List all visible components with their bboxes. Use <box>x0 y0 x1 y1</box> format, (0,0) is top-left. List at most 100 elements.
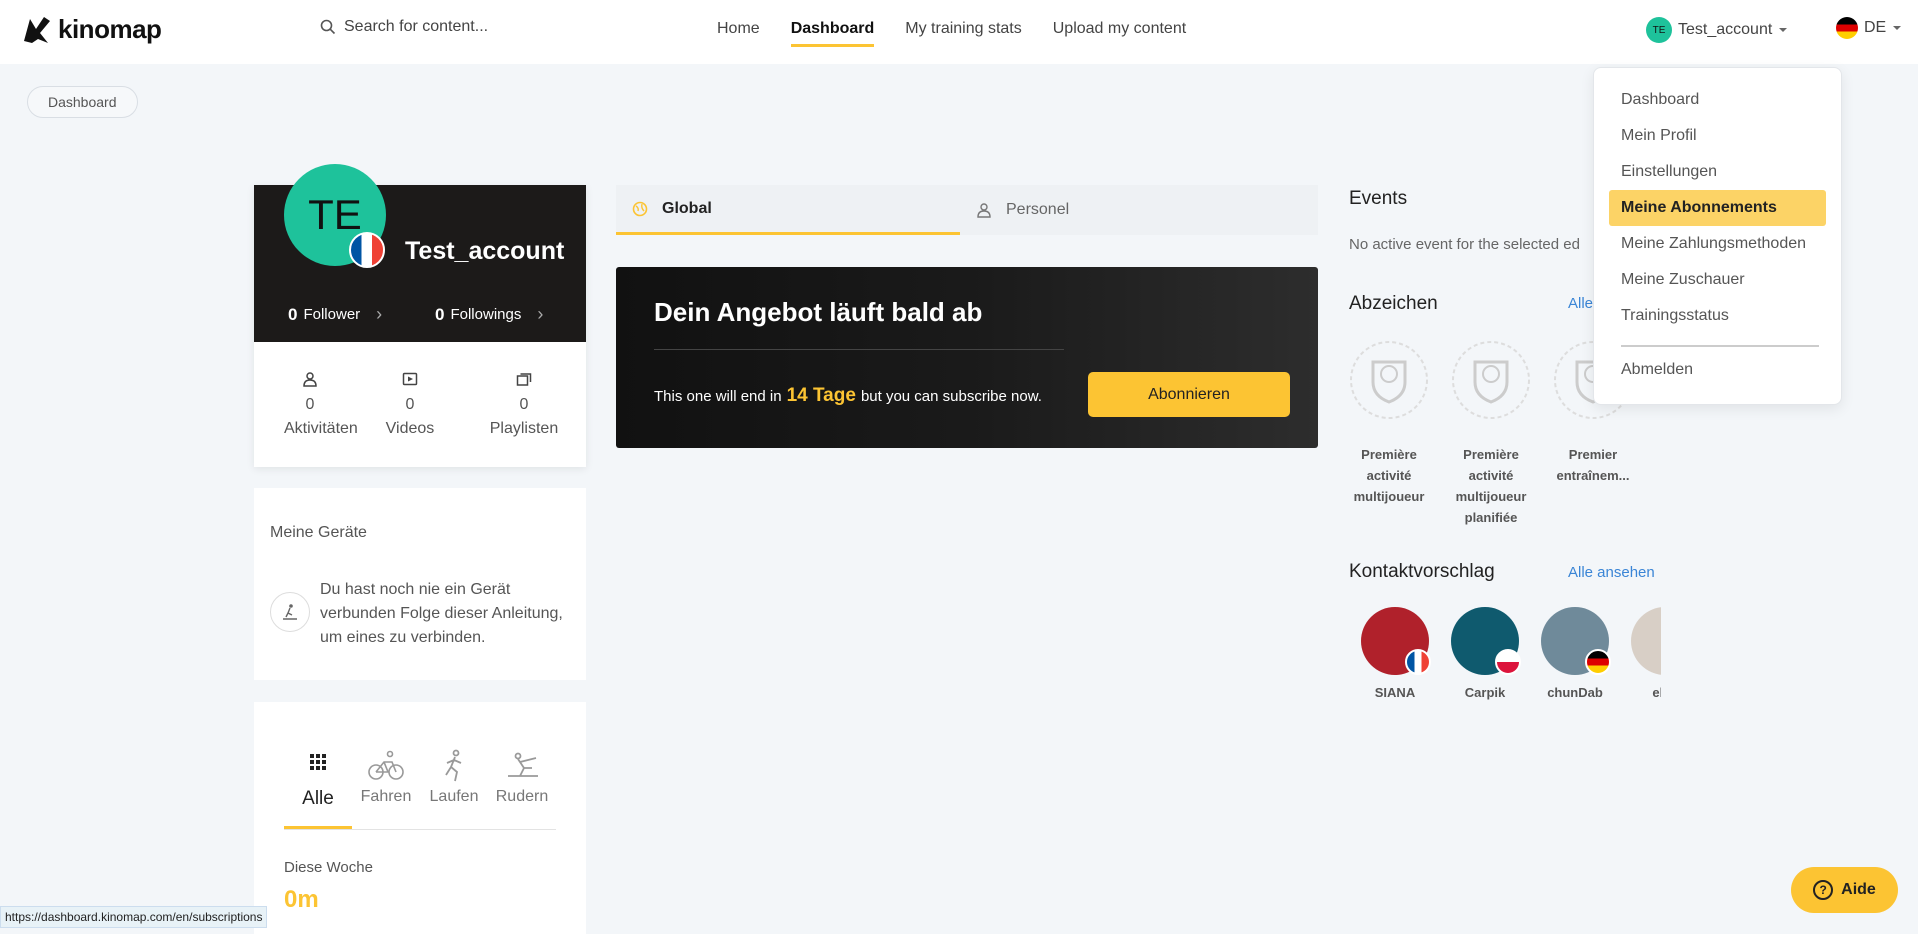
tab-personel[interactable]: Personel <box>960 185 1304 235</box>
divider <box>654 349 1064 350</box>
contacts-title: Kontaktvorschlag <box>1349 561 1495 582</box>
user-name: Test_account <box>1678 21 1773 38</box>
language-switcher[interactable]: DE <box>1836 17 1902 39</box>
badge-label-line: activité <box>1468 468 1514 483</box>
tab-cycling[interactable]: Fahren <box>352 748 420 829</box>
menu-item-viewers[interactable]: Meine Zuschauer <box>1609 262 1826 298</box>
chevron-right-icon: › <box>537 304 544 324</box>
menu-item-dashboard[interactable]: Dashboard <box>1609 82 1826 118</box>
badge-item[interactable]: Première activité multijoueur planifiée <box>1451 340 1531 530</box>
grid-icon <box>310 754 326 770</box>
profile-header: TE Test_account 0 Follower › 0 Following… <box>254 164 586 342</box>
contact-avatar <box>1541 607 1611 675</box>
nav-training-stats[interactable]: My training stats <box>905 20 1021 47</box>
playlist-icon <box>516 373 532 386</box>
menu-item-profile[interactable]: Mein Profil <box>1609 118 1826 154</box>
stat-value: 0 <box>519 396 529 413</box>
french-flag-icon <box>1405 649 1431 675</box>
events-empty-text: No active event for the selected ed <box>1349 236 1580 253</box>
globe-icon <box>632 201 648 216</box>
followers-count: 0 <box>288 304 298 324</box>
stat-label: Videos <box>385 420 435 437</box>
menu-item-settings[interactable]: Einstellungen <box>1609 154 1826 190</box>
followers-link[interactable]: 0 Follower › <box>288 304 382 325</box>
sport-tabs: Alle Fahren Laufen Rudern <box>284 748 556 830</box>
tab-running[interactable]: Laufen <box>420 748 488 829</box>
badges-title: Abzeichen <box>1349 293 1438 314</box>
caret-down-icon <box>1893 26 1902 30</box>
contact-avatar <box>1451 607 1521 675</box>
avatar: TE <box>1646 17 1672 43</box>
offer-title: Dein Angebot läuft bald ab <box>654 297 983 327</box>
devices-card: Meine Geräte Du hast noch nie ein Gerät … <box>254 488 586 680</box>
german-flag-icon <box>1836 17 1858 39</box>
tab-all[interactable]: Alle <box>284 748 352 829</box>
stat-value: 0 <box>405 396 415 413</box>
profile-card: TE Test_account 0 Follower › 0 Following… <box>254 164 586 467</box>
offer-text-after: but you can subscribe now. <box>860 388 1042 405</box>
menu-item-payment-methods[interactable]: Meine Zahlungsmethoden <box>1609 226 1826 262</box>
contact-item[interactable]: Carpik <box>1451 607 1521 707</box>
language-code: DE <box>1864 19 1887 36</box>
search-icon <box>320 19 336 35</box>
help-label: Aide <box>1841 881 1876 898</box>
badge-label-line: Première <box>1463 447 1519 462</box>
stat-label: Aktivitäten <box>284 420 358 437</box>
contact-item[interactable]: SIANA <box>1361 607 1431 707</box>
badge-item[interactable]: Première activité multijoueur <box>1349 340 1429 530</box>
tab-label: Laufen <box>429 788 479 805</box>
video-icon <box>402 372 418 386</box>
person-icon <box>977 203 991 218</box>
stat-playlists[interactable]: 0 Playlisten <box>486 371 562 438</box>
run-icon <box>445 749 462 782</box>
activity-card: Alle Fahren Laufen Rudern Diese Woche 0m <box>254 702 586 934</box>
contact-name: Carpik <box>1464 685 1506 700</box>
search-input[interactable] <box>344 18 544 36</box>
badge-label-line: entraînem... <box>1556 468 1630 483</box>
events-title: Events <box>1349 188 1408 209</box>
row-icon <box>508 752 538 777</box>
contact-name: chunDab <box>1547 685 1603 700</box>
chevron-right-icon: › <box>376 304 383 324</box>
stat-videos[interactable]: 0 Videos <box>384 371 436 438</box>
question-icon: ? <box>1813 880 1834 900</box>
badge-label-line: Première <box>1361 447 1417 462</box>
nav-home[interactable]: Home <box>717 20 760 47</box>
tab-label: Global <box>662 199 712 217</box>
search-bar[interactable] <box>320 18 544 36</box>
brand-logo[interactable]: kinomap <box>22 14 162 45</box>
top-bar: kinomap Home Dashboard My training stats… <box>0 0 1918 64</box>
tab-rowing[interactable]: Rudern <box>488 748 556 829</box>
followings-count: 0 <box>435 304 445 324</box>
contacts-see-all-link[interactable]: Alle ansehen <box>1568 564 1655 581</box>
devices-title: Meine Geräte <box>270 524 367 541</box>
tab-label: Fahren <box>360 788 412 805</box>
breadcrumb[interactable]: Dashboard <box>27 86 138 118</box>
subscribe-button[interactable]: Abonnieren <box>1088 372 1290 417</box>
menu-item-logout[interactable]: Abmelden <box>1609 352 1826 388</box>
badge-label-line: Premier <box>1568 447 1618 462</box>
menu-item-training-status[interactable]: Trainingsstatus <box>1609 298 1826 334</box>
german-flag-icon <box>1585 649 1611 675</box>
contact-name: elec <box>1652 685 1661 700</box>
followings-link[interactable]: 0 Followings › <box>435 304 543 325</box>
help-button[interactable]: ? Aide <box>1791 867 1898 913</box>
offer-text-before: This one will end in <box>654 388 782 405</box>
caret-down-icon <box>1779 28 1788 32</box>
user-icon <box>303 372 317 387</box>
user-menu-toggle[interactable]: TE Test_account <box>1646 17 1788 43</box>
main-nav: Home Dashboard My training stats Upload … <box>717 20 1186 47</box>
tab-label: Alle <box>302 788 334 809</box>
menu-item-subscriptions[interactable]: Meine Abonnements <box>1609 190 1826 226</box>
stat-activities[interactable]: 0 Aktivitäten <box>284 371 358 438</box>
badge-label-line: planifiée <box>1464 510 1518 525</box>
nav-upload-content[interactable]: Upload my content <box>1053 20 1186 47</box>
contact-item[interactable]: chunDab <box>1541 607 1611 707</box>
devices-empty-text: Du hast noch nie ein Gerät verbunden Fol… <box>320 581 563 646</box>
tab-global[interactable]: Global <box>616 185 960 235</box>
nav-dashboard[interactable]: Dashboard <box>790 20 875 47</box>
contact-item[interactable]: elec <box>1631 607 1661 707</box>
feed-tabs: Global Personel <box>616 185 1318 235</box>
badges-see-all-link[interactable]: Alle <box>1568 295 1593 312</box>
contact-name: SIANA <box>1374 685 1416 700</box>
